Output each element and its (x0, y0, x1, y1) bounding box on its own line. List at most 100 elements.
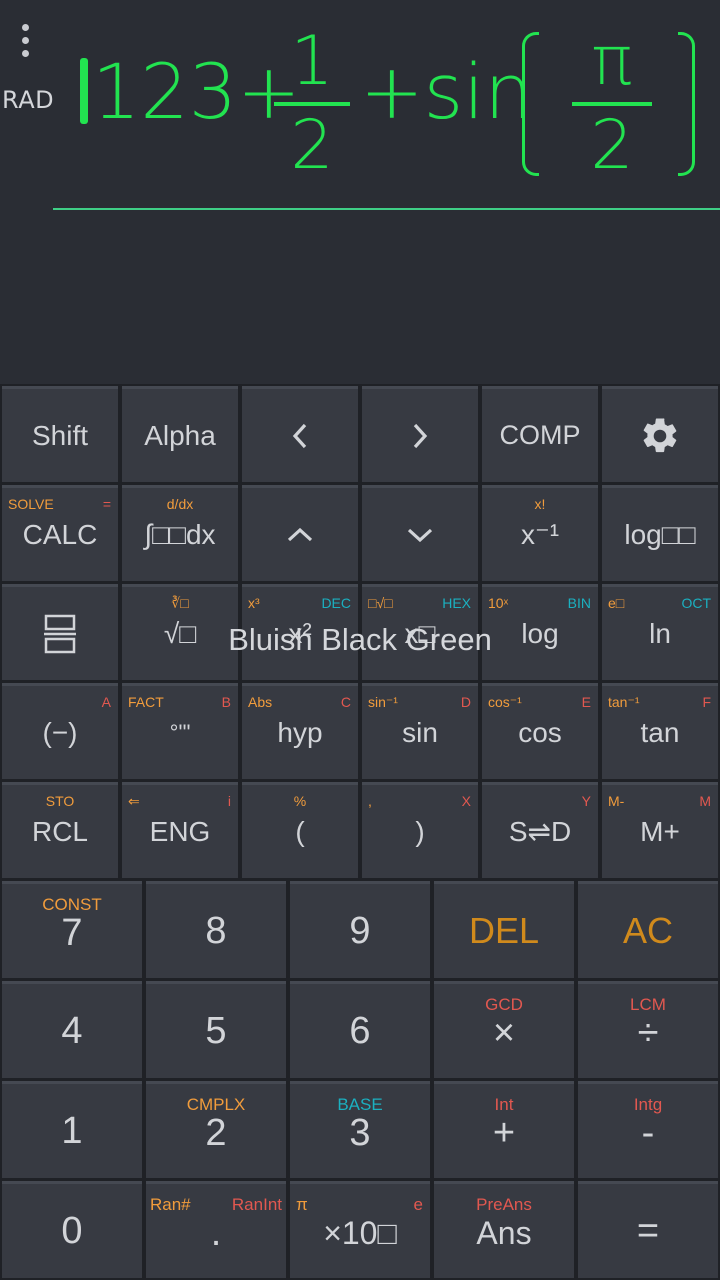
key-6[interactable]: 6 (290, 981, 430, 1078)
negative-key[interactable]: A (−) (2, 683, 118, 779)
minus-key[interactable]: Intg - (578, 1081, 718, 1178)
shift-label: Shift (31, 419, 89, 451)
ran-label: Ran# (150, 1195, 191, 1214)
settings-key[interactable] (602, 386, 718, 482)
cube-root-label: ∛□ (171, 595, 189, 611)
key-5-label: 5 (205, 1009, 227, 1052)
all-clear-key[interactable]: AC (578, 881, 718, 978)
var-d-label: D (460, 694, 471, 710)
m-plus-key[interactable]: M- M M+ (602, 782, 718, 878)
more-options-icon[interactable] (12, 24, 40, 60)
alpha-key[interactable]: Alpha (122, 386, 238, 482)
divide-label: ÷ (637, 1011, 659, 1054)
var-a-label: A (101, 694, 111, 710)
intg-label: Intg (633, 1095, 663, 1114)
hyp-key[interactable]: Abs C hyp (242, 683, 358, 779)
tan-key[interactable]: tan⁻¹ F tan (602, 683, 718, 779)
cos-label: cos (518, 716, 562, 748)
right-paren (678, 32, 695, 176)
delete-key[interactable]: DEL (434, 881, 574, 978)
power-key[interactable]: □√□ HEX x□ (362, 584, 478, 680)
equals-key[interactable]: = (578, 1181, 718, 1278)
shift-key[interactable]: Shift (2, 386, 118, 482)
oct-label: OCT (681, 595, 711, 611)
const-label: CONST (42, 895, 102, 914)
expr-sin: +sin (360, 47, 533, 136)
reciprocal-key[interactable]: x! x⁻¹ (482, 485, 598, 581)
sin-key[interactable]: sin⁻¹ D sin (362, 683, 478, 779)
frac1-numerator: 1 (290, 22, 334, 101)
right-paren-key[interactable]: , X ) (362, 782, 478, 878)
key-2[interactable]: CMPLX 2 (146, 1081, 286, 1178)
rcl-key[interactable]: STO RCL (2, 782, 118, 878)
sin-label: sin (402, 716, 438, 748)
log-base-key[interactable]: log□□ (602, 485, 718, 581)
key-9-label: 9 (349, 909, 371, 952)
left-paren-key[interactable]: % ( (242, 782, 358, 878)
equals-alpha-label: = (102, 496, 111, 512)
integral-label: ∫□□dx (144, 518, 216, 550)
equals-label: = (636, 1209, 660, 1252)
m-plus-label: M+ (640, 815, 680, 847)
cursor-left-key[interactable] (242, 386, 358, 482)
m-minus-label: M- (608, 793, 625, 809)
cursor-right-key[interactable] (362, 386, 478, 482)
comp-label: COMP (499, 420, 581, 450)
eng-key[interactable]: ⇐ i ENG (122, 782, 238, 878)
chevron-down-icon (407, 528, 433, 542)
sto-label: STO (45, 793, 75, 809)
cursor-down-key[interactable] (362, 485, 478, 581)
key-3[interactable]: BASE 3 (290, 1081, 430, 1178)
ln-key[interactable]: e□ OCT ln (602, 584, 718, 680)
plus-key[interactable]: Int + (434, 1081, 574, 1178)
log-key[interactable]: 10ˣ BIN log (482, 584, 598, 680)
alpha-label: Alpha (144, 419, 216, 451)
fact-label: FACT (128, 694, 164, 710)
key-0[interactable]: 0 (2, 1181, 142, 1278)
key-2-label: 2 (205, 1111, 227, 1154)
sqrt-key[interactable]: ∛□ √□ (122, 584, 238, 680)
fraction-key[interactable] (2, 584, 118, 680)
cos-key[interactable]: cos⁻¹ E cos (482, 683, 598, 779)
all-clear-label: AC (622, 910, 673, 951)
acos-label: cos⁻¹ (488, 694, 522, 710)
integral-key[interactable]: d/dx ∫□□dx (122, 485, 238, 581)
decimal-key[interactable]: Ran# RanInt . (146, 1181, 286, 1278)
key-3-label: 3 (349, 1111, 371, 1154)
preans-label: PreAns (476, 1195, 532, 1214)
exp-label: e□ (608, 595, 625, 611)
degree-key[interactable]: FACT B °'" (122, 683, 238, 779)
ten-power-label: 10ˣ (488, 595, 509, 611)
multiply-key[interactable]: GCD × (434, 981, 574, 1078)
plus-label: + (492, 1111, 516, 1154)
key-7[interactable]: CONST 7 (2, 881, 142, 978)
square-key[interactable]: x³ DEC x² (242, 584, 358, 680)
key-4-label: 4 (61, 1009, 83, 1052)
sd-key[interactable]: Y S⇌D (482, 782, 598, 878)
negative-label: (−) (42, 716, 78, 748)
key-1[interactable]: 1 (2, 1081, 142, 1178)
tan-label: tan (640, 716, 680, 748)
key-8[interactable]: 8 (146, 881, 286, 978)
ans-key[interactable]: PreAns Ans (434, 1181, 574, 1278)
key-5[interactable]: 5 (146, 981, 286, 1078)
key-9[interactable]: 9 (290, 881, 430, 978)
exponent-key[interactable]: π e ×10□ (290, 1181, 430, 1278)
angle-mode-indicator: RAD (2, 86, 55, 114)
key-4[interactable]: 4 (2, 981, 142, 1078)
cursor-up-key[interactable] (242, 485, 358, 581)
cube-label: x³ (248, 595, 260, 611)
base-label: BASE (337, 1095, 383, 1114)
derivative-label: d/dx (166, 496, 194, 512)
euler-label: e (413, 1195, 423, 1214)
comp-mode-key[interactable]: COMP (482, 386, 598, 482)
solve-label: SOLVE (8, 496, 54, 512)
input-underline (53, 208, 720, 210)
expression-input[interactable]: 123+ 1 2 +sin π 2 (78, 20, 720, 200)
lcm-label: LCM (630, 995, 666, 1014)
minus-label: - (641, 1111, 655, 1154)
chevron-right-icon (413, 423, 428, 448)
ln-label: ln (649, 617, 671, 649)
divide-key[interactable]: LCM ÷ (578, 981, 718, 1078)
calc-key[interactable]: SOLVE = CALC (2, 485, 118, 581)
